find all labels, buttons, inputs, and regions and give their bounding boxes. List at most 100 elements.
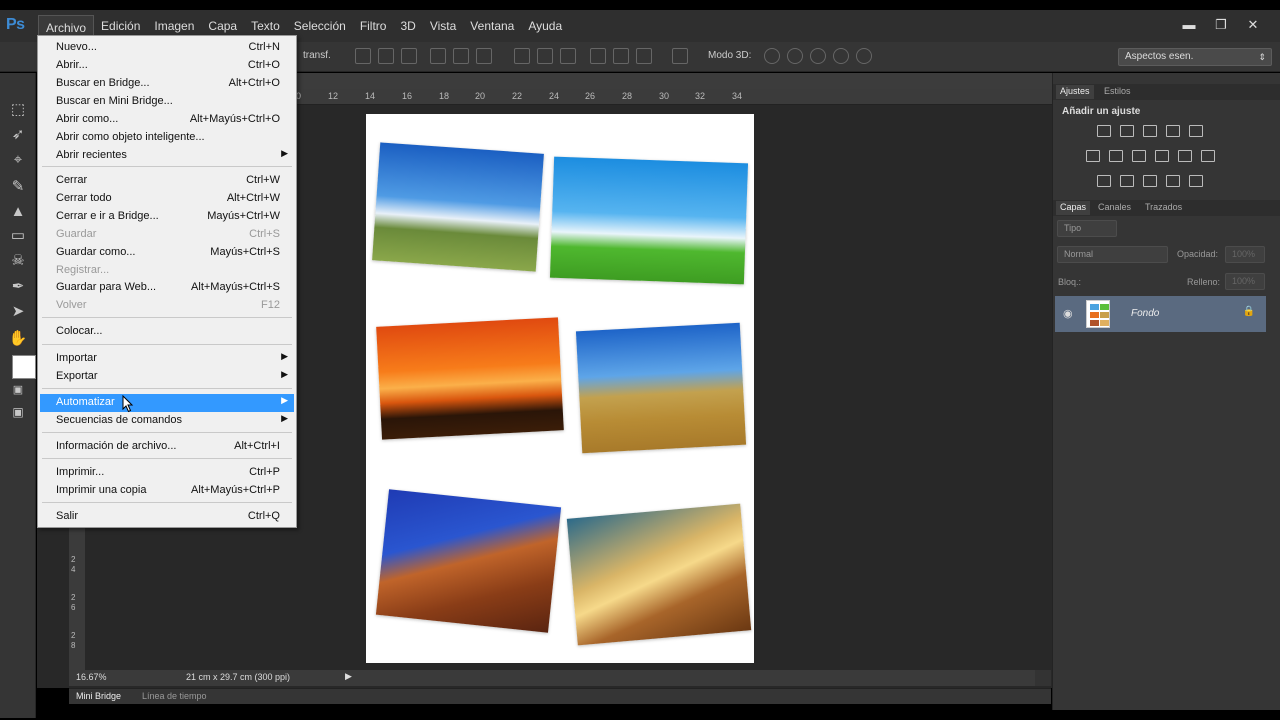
selective-color-icon[interactable] [1189,175,1203,187]
curves-icon[interactable] [1143,125,1157,137]
transform-label[interactable]: transf. [303,50,331,61]
layer-filter-select[interactable]: Tipo [1057,220,1117,237]
landscape-photo-1[interactable] [372,142,544,272]
align-vcenter-icon[interactable] [378,48,394,64]
slide-3d-icon[interactable] [833,48,849,64]
tab-timeline[interactable]: Línea de tiempo [142,691,207,701]
menu-item-cerrar-todo[interactable]: Cerrar todo Alt+Ctrl+W [40,190,294,208]
menu-item-informacion-archivo[interactable]: Información de archivo... Alt+Ctrl+I [40,438,294,456]
marquee-tool-icon[interactable]: ⬚ [7,99,29,121]
distribute-bottom-icon[interactable] [560,48,576,64]
menu-item-cerrar[interactable]: Cerrar Ctrl+W [40,172,294,190]
align-bottom-icon[interactable] [401,48,417,64]
tab-canales[interactable]: Canales [1098,202,1131,212]
rotate-3d-icon[interactable] [764,48,780,64]
layer-row-fondo[interactable]: ◉ Fondo 🔒 [1055,296,1266,332]
menu-filtro[interactable]: Filtro [353,10,394,42]
align-top-icon[interactable] [355,48,371,64]
drag-3d-icon[interactable] [810,48,826,64]
align-left-icon[interactable] [430,48,446,64]
distribute-top-icon[interactable] [514,48,530,64]
menu-item-exportar[interactable]: Exportar ▶ [40,368,294,386]
crop-tool-icon[interactable]: ⌖ [7,149,29,171]
posterize-icon[interactable] [1120,175,1134,187]
align-hcenter-icon[interactable] [453,48,469,64]
zoom-level[interactable]: 16.67% [76,672,107,682]
pen-tool-icon[interactable]: ✒ [7,276,29,298]
threshold-icon[interactable] [1143,175,1157,187]
gradient-map-icon[interactable] [1166,175,1180,187]
photo-filter-icon[interactable] [1155,150,1169,162]
rock-arch-photo[interactable] [375,489,562,633]
workspace-select[interactable]: Aspectos esen. ⇕ [1118,48,1272,66]
layer-name[interactable]: Fondo [1131,308,1159,319]
tab-trazados[interactable]: Trazados [1145,202,1182,212]
brightness-icon[interactable] [1097,125,1111,137]
path-select-tool-icon[interactable]: ➤ [7,301,29,323]
blend-mode-select[interactable]: Normal [1057,246,1168,263]
menu-item-abrir-recientes[interactable]: Abrir recientes ▶ [40,147,294,165]
hue-saturation-icon[interactable] [1086,150,1100,162]
menu-item-abrir-objeto-inteligente[interactable]: Abrir como objeto inteligente... [40,129,294,147]
menu-item-secuencias[interactable]: Secuencias de comandos ▶ [40,412,294,430]
channel-mixer-icon[interactable] [1178,150,1192,162]
menu-item-abrir-como[interactable]: Abrir como... Alt+Mayús+Ctrl+O [40,111,294,129]
menu-ventana[interactable]: Ventana [463,10,521,42]
hand-tool-icon[interactable]: ✋ [7,328,29,350]
menu-item-automatizar[interactable]: Automatizar ▶ [40,394,294,412]
quick-mask-icon[interactable]: ▣ [7,379,29,401]
foreground-color-swatch[interactable] [12,355,36,379]
tab-mini-bridge[interactable]: Mini Bridge [76,691,121,701]
tab-estilos[interactable]: Estilos [1104,86,1131,96]
menu-item-buscar-bridge[interactable]: Buscar en Bridge... Alt+Ctrl+O [40,75,294,93]
minimize-icon[interactable]: ▬ [1176,16,1202,34]
invert-icon[interactable] [1097,175,1111,187]
lasso-tool-icon[interactable]: ➶ [7,124,29,146]
opacity-input[interactable]: 100% [1225,246,1265,263]
color-lookup-icon[interactable] [1201,150,1215,162]
eye-icon[interactable]: ◉ [1063,307,1073,320]
menu-vista[interactable]: Vista [423,10,463,42]
play-arrow-icon[interactable]: ▶ [345,671,352,682]
landscape-photo-2[interactable] [549,156,749,285]
black-white-icon[interactable] [1132,150,1146,162]
exposure-icon[interactable] [1166,125,1180,137]
color-balance-icon[interactable] [1109,150,1123,162]
brush-tool-icon[interactable]: ✎ [7,176,29,198]
menu-item-nuevo[interactable]: Nuevo... Ctrl+N [40,39,294,57]
eraser-tool-icon[interactable]: ▭ [7,225,29,247]
menu-item-importar[interactable]: Importar ▶ [40,350,294,368]
stamp-tool-icon[interactable]: ▲ [7,201,29,223]
auto-align-icon[interactable] [672,48,688,64]
meadow-sunset-photo[interactable] [566,503,752,646]
restore-icon[interactable]: ❐ [1208,16,1234,34]
menu-item-salir[interactable]: Salir Ctrl+Q [40,508,294,526]
roll-3d-icon[interactable] [787,48,803,64]
distribute-vcenter-icon[interactable] [537,48,553,64]
menu-item-abrir[interactable]: Abrir... Ctrl+O [40,57,294,75]
distribute-left-icon[interactable] [590,48,606,64]
menu-item-buscar-mini-bridge[interactable]: Buscar en Mini Bridge... [40,93,294,111]
field-photo[interactable] [575,322,747,454]
scale-3d-icon[interactable] [856,48,872,64]
align-right-icon[interactable] [476,48,492,64]
menu-item-guardar-web[interactable]: Guardar para Web... Alt+Mayús+Ctrl+S [40,279,294,297]
smudge-tool-icon[interactable]: ☠ [7,250,29,272]
sunset-photo[interactable] [376,317,564,440]
distribute-hcenter-icon[interactable] [613,48,629,64]
tab-ajustes[interactable]: Ajustes [1056,85,1094,99]
levels-icon[interactable] [1120,125,1134,137]
menu-3d[interactable]: 3D [393,10,422,42]
menu-item-cerrar-ir-bridge[interactable]: Cerrar e ir a Bridge... Mayús+Ctrl+W [40,208,294,226]
tab-capas[interactable]: Capas [1056,201,1091,215]
menu-item-guardar-como[interactable]: Guardar como... Mayús+Ctrl+S [40,244,294,262]
fill-input[interactable]: 100% [1225,273,1265,290]
menu-ayuda[interactable]: Ayuda [521,10,569,42]
document-canvas[interactable] [366,114,754,663]
menu-item-imprimir[interactable]: Imprimir... Ctrl+P [40,464,294,482]
vibrance-icon[interactable] [1189,125,1203,137]
screen-mode-icon[interactable]: ▣ [7,401,29,423]
menu-item-colocar[interactable]: Colocar... [40,323,294,341]
distribute-right-icon[interactable] [636,48,652,64]
close-icon[interactable]: ✕ [1240,16,1266,34]
